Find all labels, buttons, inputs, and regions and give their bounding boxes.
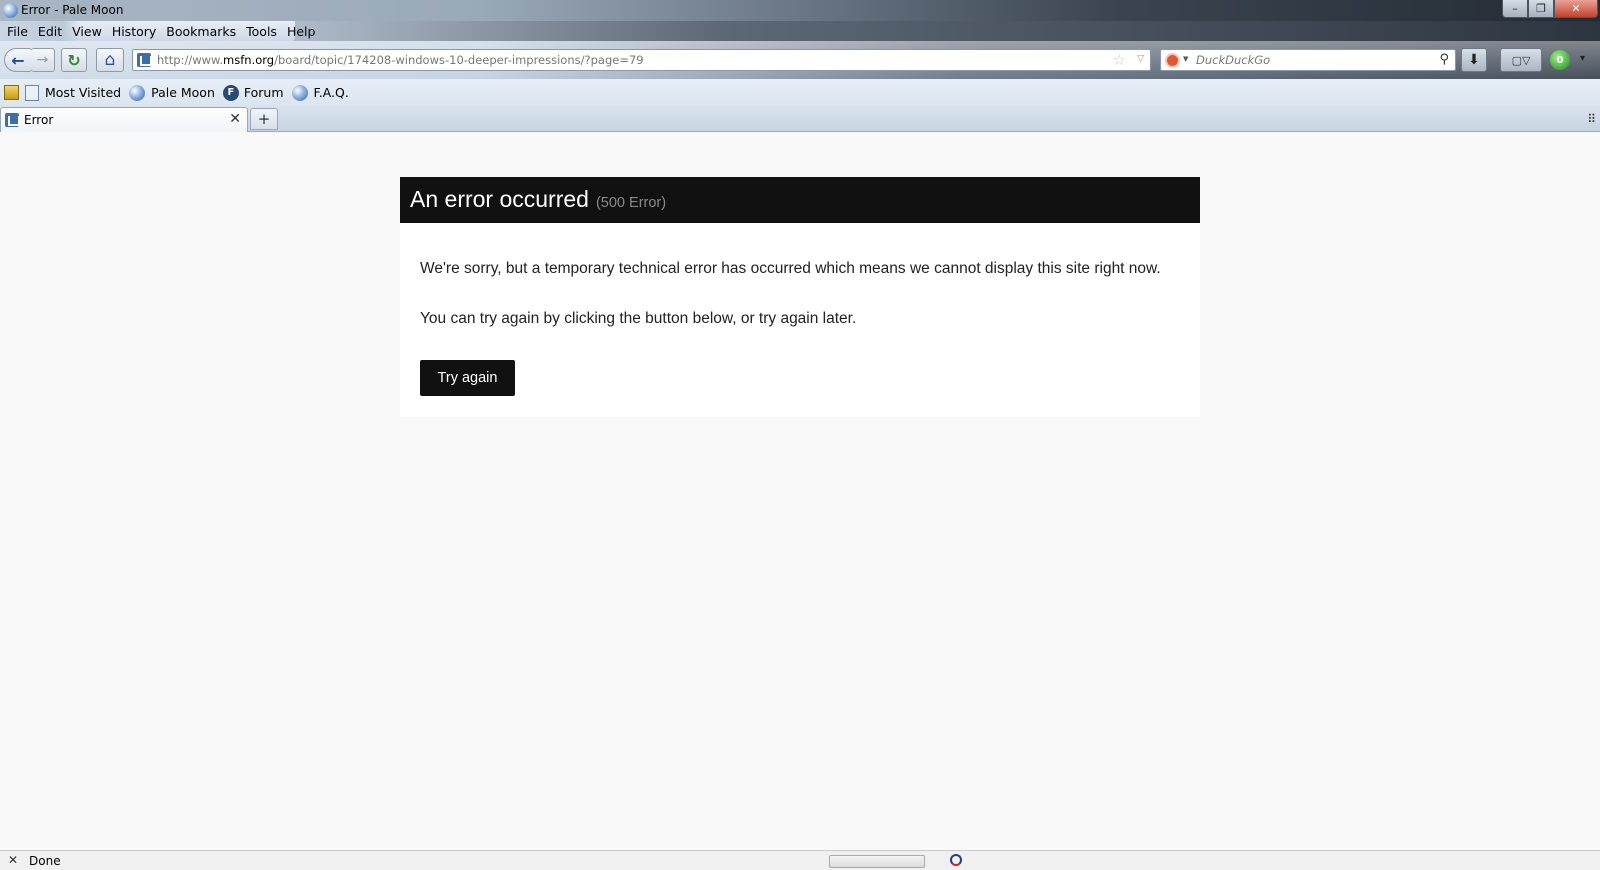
try-again-button[interactable]: Try again <box>420 360 515 396</box>
url-prefix: http://www. <box>157 53 224 67</box>
search-engine-dropdown-icon[interactable]: ▼ <box>1183 55 1188 63</box>
navigation-toolbar: ← → ↻ ⌂ http://www.msfn.org/board/topic/… <box>0 41 1600 79</box>
title-bar: Error - Pale Moon – ❐ ✕ <box>0 0 1600 21</box>
search-bar[interactable]: ▼ DuckDuckGo ⚲ <box>1160 49 1456 71</box>
addon-status-icon[interactable]: 0 <box>1550 50 1570 70</box>
menu-tools[interactable]: Tools <box>241 24 282 39</box>
plus-icon: + <box>257 110 271 128</box>
error-title: An error occurred <box>410 186 589 212</box>
forum-icon: F <box>222 84 239 101</box>
downloads-button[interactable]: ⬇ <box>1461 48 1487 72</box>
url-bar[interactable]: http://www.msfn.org/board/topic/174208-w… <box>132 49 1151 71</box>
minimize-button[interactable]: – <box>1502 0 1528 18</box>
tab-error[interactable]: Error ✕ <box>0 107 248 132</box>
error-hint: You can try again by clicking the button… <box>420 310 857 327</box>
status-addon-icon[interactable] <box>950 854 962 866</box>
url-domain: msfn.org <box>223 53 275 67</box>
maximize-button[interactable]: ❐ <box>1528 0 1554 18</box>
window-title: Error - Pale Moon <box>21 3 124 17</box>
error-panel: An error occurred (500 Error) We're sorr… <box>400 177 1200 417</box>
back-button[interactable]: ← <box>4 48 32 72</box>
status-progress-bar <box>829 855 925 868</box>
error-code: (500 Error) <box>595 195 667 211</box>
menu-help[interactable]: Help <box>282 24 321 39</box>
bookmark-label: Forum <box>243 85 284 100</box>
forward-arrow-icon: → <box>36 52 49 68</box>
reload-icon: ↻ <box>67 50 81 70</box>
tab-close-icon[interactable]: ✕ <box>229 111 241 127</box>
search-icon[interactable]: ⚲ <box>1439 52 1449 67</box>
extension-icon: ▢▽ <box>1511 53 1531 67</box>
bookmarks-menu-icon[interactable] <box>4 85 19 100</box>
bookmark-pale-moon[interactable]: Pale Moon <box>129 84 215 101</box>
search-input[interactable]: DuckDuckGo <box>1196 53 1270 67</box>
close-status-icon[interactable]: ✕ <box>8 853 18 867</box>
menu-view[interactable]: View <box>67 24 107 39</box>
tab-favicon-icon <box>5 113 20 127</box>
new-tab-button[interactable]: + <box>250 108 278 130</box>
back-arrow-icon: ← <box>11 50 25 70</box>
bookmark-forum[interactable]: F Forum <box>222 84 284 101</box>
error-header: An error occurred (500 Error) <box>400 177 1200 223</box>
menu-bookmarks[interactable]: Bookmarks <box>161 24 241 39</box>
bookmark-label: Pale Moon <box>151 85 215 100</box>
status-text: Done <box>29 854 61 868</box>
tab-strip: Error ✕ + ⠿ <box>0 106 1600 132</box>
home-icon: ⌂ <box>104 50 116 70</box>
home-button[interactable]: ⌂ <box>96 48 124 72</box>
globe-icon <box>129 84 146 101</box>
download-icon: ⬇ <box>1468 52 1480 68</box>
menu-bar: File Edit View History Bookmarks Tools H… <box>0 21 321 41</box>
menu-edit[interactable]: Edit <box>33 24 67 39</box>
bookmark-star-icon[interactable]: ☆ <box>1113 51 1126 69</box>
bookmark-label: F.A.Q. <box>313 85 349 100</box>
url-path: /board/topic/174208-windows-10-deeper-im… <box>274 53 644 67</box>
bookmarks-toolbar: Most Visited Pale Moon F Forum F.A.Q. <box>0 79 1600 106</box>
pale-moon-app-icon <box>3 3 18 18</box>
extension-button[interactable]: ▢▽ <box>1500 48 1542 72</box>
error-message: We're sorry, but a temporary technical e… <box>420 260 1161 277</box>
tab-label: Error <box>24 113 54 127</box>
site-favicon-icon <box>137 53 152 67</box>
globe-icon <box>291 84 308 101</box>
status-bar: ✕ Done <box>0 850 1600 870</box>
menu-file[interactable]: File <box>2 24 33 39</box>
menu-history[interactable]: History <box>107 24 161 39</box>
forward-button[interactable]: → <box>31 48 55 72</box>
bookmark-faq[interactable]: F.A.Q. <box>291 84 349 101</box>
document-icon <box>25 84 39 101</box>
url-text[interactable]: http://www.msfn.org/board/topic/174208-w… <box>157 53 644 67</box>
duckduckgo-icon[interactable] <box>1165 53 1180 68</box>
bookmark-most-visited[interactable]: Most Visited <box>25 84 122 101</box>
bookmark-label: Most Visited <box>45 85 122 100</box>
toolbar-overflow-icon[interactable]: ▾ <box>1580 53 1585 64</box>
reload-button[interactable]: ↻ <box>61 48 87 72</box>
window-controls: – ❐ ✕ <box>1502 0 1598 18</box>
page-content: An error occurred (500 Error) We're sorr… <box>0 132 1600 850</box>
close-window-button[interactable]: ✕ <box>1554 0 1598 18</box>
tab-list-icon[interactable]: ⠿ <box>1587 112 1596 126</box>
url-dropdown-icon[interactable]: ▽ <box>1137 54 1144 64</box>
